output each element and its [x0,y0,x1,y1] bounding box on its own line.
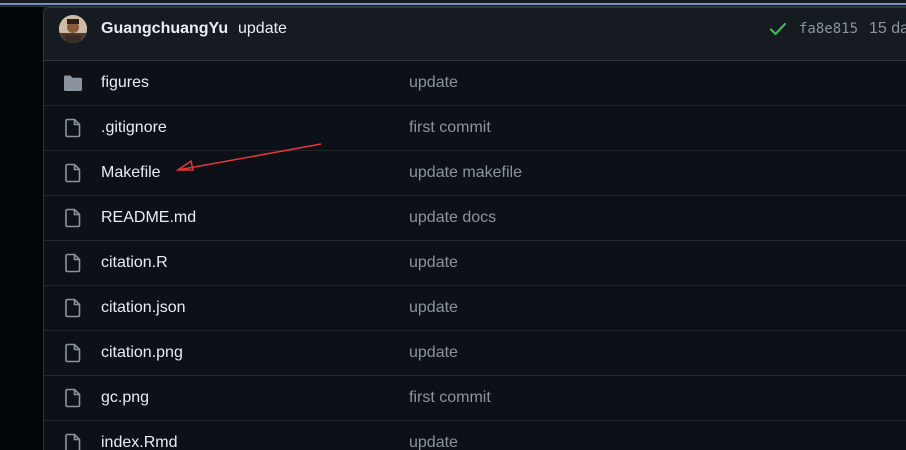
file-row[interactable]: gc.png first commit [44,376,906,421]
commit-message-link[interactable]: update [238,19,287,39]
folder-icon [63,74,82,94]
file-name-link[interactable]: citation.png [101,343,183,363]
file-row[interactable]: Makefile update makefile [44,151,906,196]
latest-commit-bar: GuangchuangYu update fa8e815 15 da [44,8,906,61]
check-icon[interactable] [769,21,787,37]
top-stripe [0,0,906,7]
file-name-link[interactable]: README.md [101,208,196,228]
file-icon [64,298,82,318]
file-commit-message-link[interactable]: update docs [409,208,496,228]
file-list: figures update .gitignore first commit Makef… [44,61,906,450]
repo-page: GuangchuangYu update fa8e815 15 da figur… [0,0,906,450]
file-icon [64,253,82,273]
file-commit-message-link[interactable]: first commit [409,388,491,408]
file-icon [64,433,82,450]
file-commit-message-link[interactable]: update [409,73,458,93]
file-icon [64,163,82,183]
top-highlight-line [0,3,906,5]
file-commit-message-link[interactable]: update [409,298,458,318]
file-name-link[interactable]: citation.R [101,253,168,273]
file-name-link[interactable]: figures [101,73,149,93]
left-gutter [0,7,43,450]
file-icon [64,208,82,228]
file-name-link[interactable]: gc.png [101,388,149,408]
file-commit-message-link[interactable]: first commit [409,118,491,138]
file-commit-message-link[interactable]: update [409,343,458,363]
file-name-link[interactable]: Makefile [101,163,161,183]
file-icon [64,118,82,138]
file-row[interactable]: citation.png update [44,331,906,376]
commit-author-link[interactable]: GuangchuangYu [101,19,228,39]
file-commit-message-link[interactable]: update makefile [409,163,522,183]
file-commit-message-link[interactable]: update [409,253,458,273]
avatar[interactable] [59,15,87,43]
file-row[interactable]: citation.R update [44,241,906,286]
file-commit-message-link[interactable]: update [409,433,458,450]
commit-sha-link[interactable]: fa8e815 [799,20,858,38]
file-name-link[interactable]: .gitignore [101,118,167,138]
commit-age: 15 da [869,20,906,37]
file-row[interactable]: .gitignore first commit [44,106,906,151]
file-row[interactable]: figures update [44,61,906,106]
file-row[interactable]: citation.json update [44,286,906,331]
file-icon [64,388,82,408]
file-name-link[interactable]: citation.json [101,298,186,318]
file-row[interactable]: index.Rmd update [44,421,906,450]
file-row[interactable]: README.md update docs [44,196,906,241]
file-icon [64,343,82,363]
file-browser: GuangchuangYu update fa8e815 15 da figur… [43,7,906,450]
file-name-link[interactable]: index.Rmd [101,433,177,450]
